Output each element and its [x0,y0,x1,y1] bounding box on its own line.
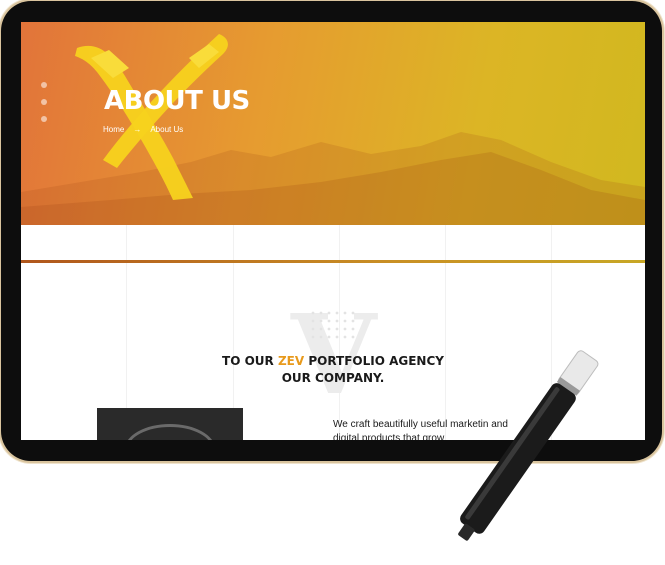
breadcrumb: Home → About Us [103,125,183,134]
breadcrumb-current: About Us [150,125,184,134]
page-hero-banner: ABOUT US Home → About Us [21,22,645,225]
slider-dot[interactable] [41,99,47,105]
heading-accent: ZEV [277,354,305,368]
breadcrumb-home-link[interactable]: Home [103,125,124,134]
slider-dot[interactable] [41,116,47,122]
heading-text: PORTFOLIO AGENCY [304,354,444,368]
camera-photo [97,408,243,440]
section-divider [21,260,645,263]
slider-dot[interactable] [41,82,47,88]
dot-pattern [311,311,355,339]
slider-dots[interactable] [41,82,47,133]
page-title: ABOUT US [104,86,250,116]
camera-lens-icon [125,424,215,440]
heading-text: TO OUR [222,354,278,368]
arrow-right-icon: → [133,125,142,134]
stylus-pen-icon [458,350,599,541]
